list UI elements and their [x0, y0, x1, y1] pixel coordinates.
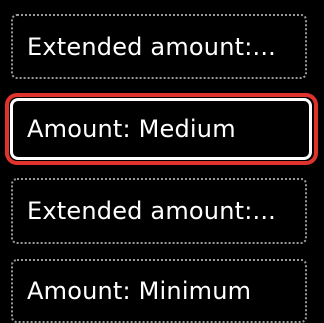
menu-item-label: Extended amount:... — [27, 32, 276, 61]
option-menu: Extended amount:... Amount: Medium Exten… — [0, 0, 324, 323]
menu-item-amount-medium[interactable]: Amount: Medium — [10, 98, 312, 160]
menu-item-extended-amount-1[interactable]: Extended amount:... — [11, 14, 307, 79]
menu-item-extended-amount-2[interactable]: Extended amount:... — [11, 178, 307, 244]
menu-item-label: Amount: Medium — [27, 115, 236, 143]
menu-item-label: Amount: Minimum — [27, 277, 252, 305]
menu-item-label: Extended amount:... — [27, 197, 276, 225]
menu-item-amount-minimum[interactable]: Amount: Minimum — [11, 259, 307, 323]
